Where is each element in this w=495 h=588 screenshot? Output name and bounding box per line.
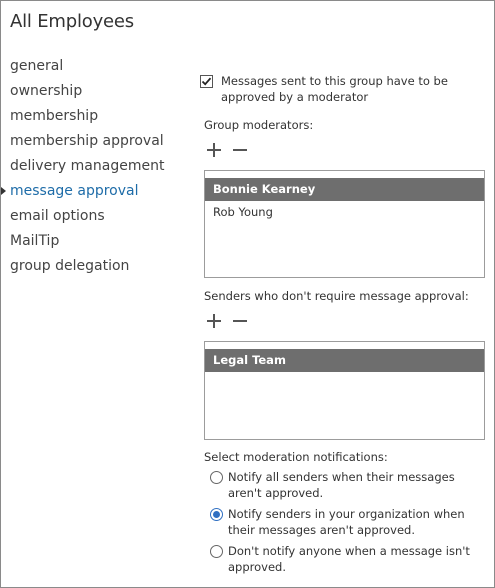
add-sender-button[interactable] [206,313,222,329]
nav-item-membership[interactable]: membership [10,107,190,132]
notify-all-radio[interactable] [210,471,223,484]
remove-moderator-button[interactable] [232,142,248,158]
list-item[interactable]: Bonnie Kearney [205,178,484,201]
notify-internal-label: Notify senders in your organization when… [228,507,465,537]
notify-none-radio[interactable] [210,545,223,558]
notify-none-label: Don't notify anyone when a message isn't… [228,544,470,574]
minus-icon [233,320,247,322]
moderation-checkbox[interactable] [200,75,213,88]
senders-label: Senders who don't require message approv… [204,289,469,303]
plus-icon-stroke [213,314,215,328]
group-moderators-label: Group moderators: [204,118,314,132]
page-title: All Employees [10,11,134,32]
remove-sender-button[interactable] [232,313,248,329]
nav-item-message-approval[interactable]: message approval [1,182,190,207]
minus-icon [233,149,247,151]
nav-item-email-options[interactable]: email options [10,207,190,232]
add-moderator-button[interactable] [206,142,222,158]
moderation-checkbox-label: Messages sent to this group have to be a… [221,74,448,104]
nav-item-delivery-management[interactable]: delivery management [10,157,190,182]
notifications-label: Select moderation notifications: [204,450,388,464]
senders-list[interactable]: Legal Team [204,341,485,440]
nav-item-general[interactable]: general [10,57,190,82]
plus-icon-stroke [213,143,215,157]
nav-item-mailtip[interactable]: MailTip [10,232,190,257]
checkmark-icon [201,77,212,86]
list-item[interactable]: Rob Young [205,201,484,224]
notify-internal-radio[interactable] [210,508,223,521]
dialog-frame: All Employees general ownership membersh… [0,0,495,588]
nav-menu: general ownership membership membership … [1,57,190,282]
nav-item-group-delegation[interactable]: group delegation [10,257,190,282]
notify-all-label: Notify all senders when their messages a… [228,470,455,500]
nav-item-ownership[interactable]: ownership [10,82,190,107]
nav-item-membership-approval[interactable]: membership approval [10,132,190,157]
list-item[interactable]: Legal Team [205,349,484,372]
moderators-list[interactable]: Bonnie Kearney Rob Young [204,170,485,278]
